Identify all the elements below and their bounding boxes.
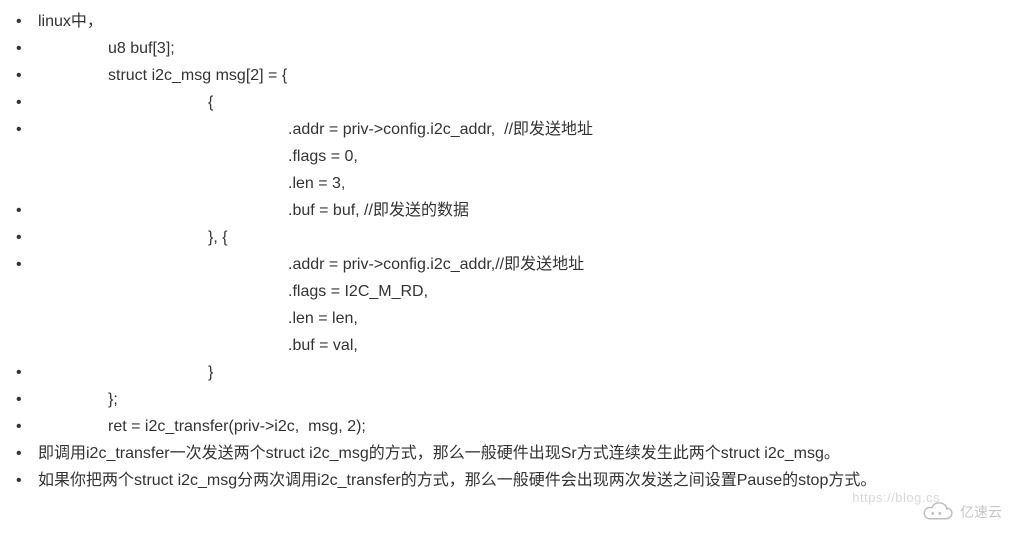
code-line: .len = 3, [38,170,1002,197]
code-line: .buf = buf, //即发送的数据 [38,197,1002,224]
code-line: } [38,359,1002,386]
watermark-brand: 亿速云 [960,502,1002,522]
watermark: 亿速云 [920,501,1002,523]
code-line: }, { [38,224,1002,251]
code-line: u8 buf[3]; [38,35,1002,62]
code-line: }; [38,386,1002,413]
code-line: .len = len, [38,305,1002,332]
paragraph-line: 即调用i2c_transfer一次发送两个struct i2c_msg的方式，那… [38,440,1002,467]
code-line: ret = i2c_transfer(priv->i2c, msg, 2); [38,413,1002,440]
cloud-logo-icon [920,501,954,523]
code-line: .flags = I2C_M_RD, [38,278,1002,305]
code-line: .flags = 0, [38,143,1002,170]
document-content: linux中， u8 buf[3]; struct i2c_msg msg[2]… [0,8,1020,494]
code-line: .buf = val, [38,332,1002,359]
code-line: struct i2c_msg msg[2] = { [38,62,1002,89]
code-line: .addr = priv->config.i2c_addr, //即发送地址 [38,116,1002,143]
code-line: .addr = priv->config.i2c_addr,//即发送地址 [38,251,1002,278]
code-line: { [38,89,1002,116]
code-line: linux中， [38,8,1002,35]
